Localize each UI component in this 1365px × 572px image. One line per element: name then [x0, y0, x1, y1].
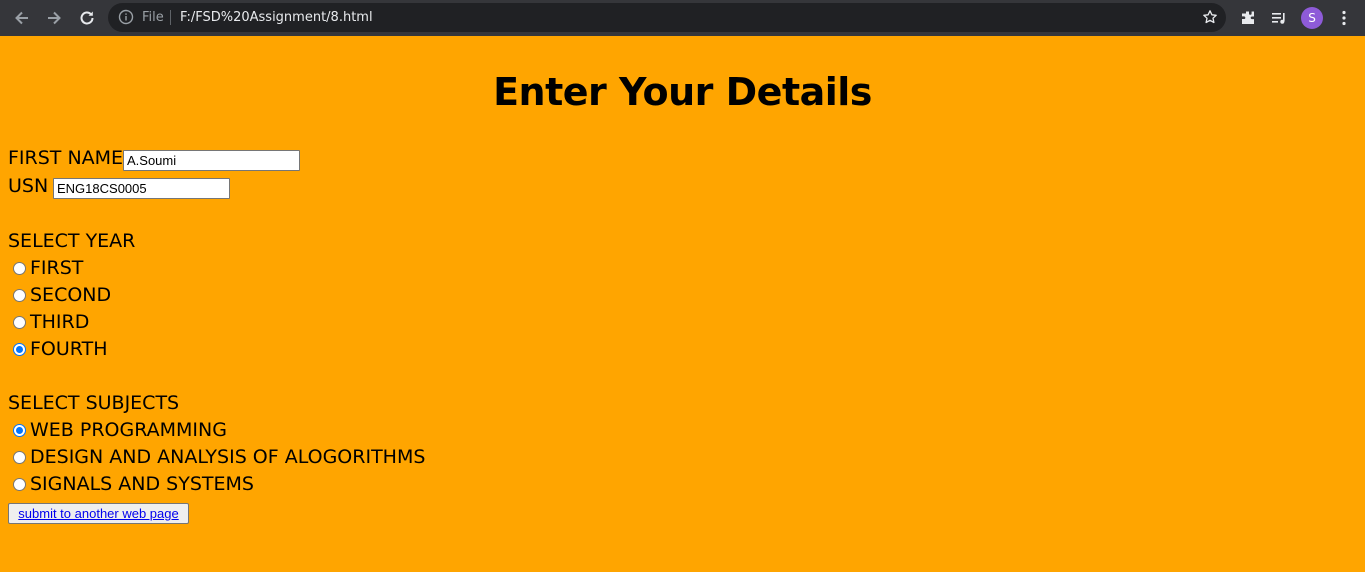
submit-button[interactable]: submit to another web page: [8, 503, 189, 524]
year-option-fourth-label: FOURTH: [30, 338, 108, 360]
profile-avatar[interactable]: S: [1301, 7, 1323, 29]
info-icon[interactable]: [118, 9, 134, 25]
year-option-second-label: SECOND: [30, 284, 112, 306]
page-body: Enter Your Details FIRST NAME USN SELECT…: [0, 36, 1365, 572]
reload-icon[interactable]: [75, 6, 99, 30]
address-separator: [170, 10, 171, 25]
first-name-label: FIRST NAME: [8, 147, 124, 169]
address-bar[interactable]: File F:/FSD%20Assignment/8.html: [108, 3, 1226, 32]
usn-input[interactable]: [53, 178, 230, 199]
media-queue-icon[interactable]: [1267, 6, 1291, 30]
select-subjects-heading: SELECT SUBJECTS: [8, 392, 180, 414]
subject-option-web-programming-label: WEB PROGRAMMING: [30, 419, 227, 441]
year-option-third-label: THIRD: [30, 311, 90, 333]
year-option-first-label: FIRST: [30, 257, 84, 279]
usn-label: USN: [8, 175, 49, 197]
subject-radio-algorithms[interactable]: [13, 451, 26, 464]
address-url[interactable]: F:/FSD%20Assignment/8.html: [180, 9, 373, 26]
year-radio-first[interactable]: [13, 262, 26, 275]
first-name-input[interactable]: [123, 150, 300, 171]
file-scheme-label: File: [142, 10, 164, 25]
year-radio-third[interactable]: [13, 316, 26, 329]
year-radio-second[interactable]: [13, 289, 26, 302]
subject-radio-signals[interactable]: [13, 478, 26, 491]
more-menu-icon[interactable]: [1332, 6, 1356, 30]
page-title: Enter Your Details: [493, 70, 872, 114]
select-year-heading: SELECT YEAR: [8, 230, 136, 252]
subject-option-algorithms-label: DESIGN AND ANALYSIS OF ALOGORITHMS: [30, 446, 426, 468]
extensions-icon[interactable]: [1236, 6, 1260, 30]
bookmark-star-icon[interactable]: [1202, 9, 1218, 25]
browser-toolbar: File F:/FSD%20Assignment/8.html S: [0, 0, 1365, 36]
forward-icon[interactable]: [42, 6, 66, 30]
year-radio-fourth[interactable]: [13, 343, 26, 356]
subject-option-signals-label: SIGNALS AND SYSTEMS: [30, 473, 254, 495]
subject-radio-web-programming[interactable]: [13, 424, 26, 437]
back-icon[interactable]: [10, 6, 34, 30]
